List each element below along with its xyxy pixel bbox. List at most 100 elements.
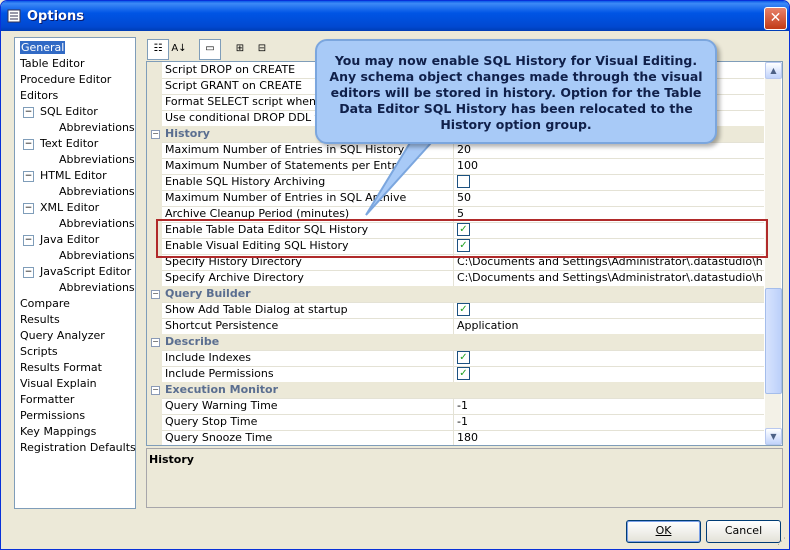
nav-item[interactable]: Procedure Editor xyxy=(20,72,111,88)
property-category[interactable]: − Describe xyxy=(147,334,764,351)
nav-item-label: Visual Explain xyxy=(20,377,97,390)
cancel-label: Cancel xyxy=(724,524,763,537)
nav-item[interactable]: Abbreviations xyxy=(59,216,135,232)
callout-pointer xyxy=(365,132,436,216)
property-checkbox[interactable]: ✓ xyxy=(457,302,762,318)
category-collapse-icon[interactable]: − xyxy=(151,130,160,139)
nav-item[interactable]: Formatter xyxy=(20,392,74,408)
property-row[interactable]: Include Indexes ✓ xyxy=(147,350,764,367)
property-row[interactable]: Show Add Table Dialog at startup ✓ xyxy=(147,302,764,319)
row-gutter xyxy=(147,414,162,430)
expand-all-icon[interactable]: ⊞ xyxy=(229,39,251,60)
nav-item[interactable]: Permissions xyxy=(20,408,85,424)
row-gutter xyxy=(147,398,162,414)
empty-checkbox-icon[interactable] xyxy=(457,174,470,188)
tree-collapse-icon[interactable]: − xyxy=(23,267,34,278)
nav-item-label: XML Editor xyxy=(40,201,100,214)
tree-collapse-icon[interactable]: − xyxy=(23,107,34,118)
tree-collapse-icon[interactable]: − xyxy=(23,171,34,182)
nav-item[interactable]: Query Analyzer xyxy=(20,328,105,344)
cancel-button[interactable]: Cancel xyxy=(706,520,781,543)
property-value[interactable]: 100 xyxy=(457,158,762,174)
resize-grip-icon[interactable]: ⋰ xyxy=(777,537,789,549)
nav-item[interactable]: Visual Explain xyxy=(20,376,97,392)
property-value[interactable]: Application xyxy=(457,318,762,334)
property-row[interactable]: Query Stop Time -1 xyxy=(147,414,764,431)
property-pages-icon[interactable]: ▭ xyxy=(199,39,221,60)
property-row[interactable]: Maximum Number of Statements per Entry 10… xyxy=(147,158,764,175)
tree-collapse-icon[interactable]: − xyxy=(23,203,34,214)
nav-item[interactable]: Registration Defaults xyxy=(20,440,136,456)
collapse-all-icon[interactable]: ⊟ xyxy=(251,39,273,60)
property-value[interactable]: -1 xyxy=(457,414,762,430)
options-category-tree[interactable]: General Table Editor Procedure Editor Edito… xyxy=(14,37,136,509)
row-gutter xyxy=(147,94,162,110)
nav-item[interactable]: Java Editor xyxy=(40,232,99,248)
nav-item[interactable]: Abbreviations xyxy=(59,280,135,296)
scroll-thumb[interactable] xyxy=(765,288,782,394)
tree-collapse-icon[interactable]: − xyxy=(23,235,34,246)
nav-item[interactable]: Abbreviations xyxy=(59,152,135,168)
property-checkbox[interactable]: ✓ xyxy=(457,366,762,382)
nav-item[interactable]: Abbreviations xyxy=(59,120,135,136)
nav-item-label: Text Editor xyxy=(40,137,99,150)
nav-item[interactable]: JavaScript Editor xyxy=(40,264,131,280)
nav-item[interactable]: HTML Editor xyxy=(40,168,107,184)
scroll-up-icon[interactable]: ▲ xyxy=(765,62,782,79)
property-row[interactable]: Query Snooze Time 180 xyxy=(147,430,764,445)
property-row[interactable]: Include Permissions ✓ xyxy=(147,366,764,383)
property-checkbox[interactable] xyxy=(457,174,762,190)
property-value[interactable]: C:\Documents and Settings\Administrator\… xyxy=(457,270,762,286)
nav-item[interactable]: Abbreviations xyxy=(59,184,135,200)
alphabetical-sort-icon[interactable]: A↓ xyxy=(168,39,190,60)
checkmark-icon[interactable]: ✓ xyxy=(457,302,470,316)
nav-item[interactable]: Text Editor xyxy=(40,136,98,152)
property-value[interactable]: -1 xyxy=(457,398,762,414)
nav-item[interactable]: Results xyxy=(20,312,60,328)
scroll-down-icon[interactable]: ▼ xyxy=(765,428,782,445)
property-checkbox[interactable]: ✓ xyxy=(457,350,762,366)
checkmark-icon[interactable]: ✓ xyxy=(457,366,470,380)
nav-item[interactable]: General xyxy=(18,40,67,56)
checkmark-icon[interactable]: ✓ xyxy=(457,350,470,364)
nav-item[interactable]: SQL Editor xyxy=(40,104,98,120)
property-row[interactable]: Maximum Number of Entries in SQL History… xyxy=(147,142,764,159)
ok-button[interactable]: OK xyxy=(626,520,701,543)
property-name: Query Warning Time xyxy=(165,398,454,414)
categorized-view-icon[interactable]: ☷ xyxy=(147,39,169,60)
nav-item[interactable]: XML Editor xyxy=(40,200,99,216)
nav-item-label: SQL Editor xyxy=(40,105,98,118)
callout-tooltip: You may now enable SQL History for Visua… xyxy=(315,39,717,144)
category-collapse-icon[interactable]: − xyxy=(151,290,160,299)
nav-item[interactable]: Abbreviations xyxy=(59,248,135,264)
close-button[interactable]: ✕ xyxy=(764,7,787,30)
property-category[interactable]: − Query Builder xyxy=(147,286,764,303)
property-row[interactable]: Shortcut Persistence Application xyxy=(147,318,764,335)
property-value[interactable]: 50 xyxy=(457,190,762,206)
property-name: Query Stop Time xyxy=(165,414,454,430)
title-bar[interactable]: Options ✕ xyxy=(1,1,789,31)
row-gutter xyxy=(147,190,162,206)
nav-item[interactable]: Table Editor xyxy=(20,56,85,72)
property-row[interactable]: Enable SQL History Archiving xyxy=(147,174,764,191)
category-collapse-icon[interactable]: − xyxy=(151,386,160,395)
property-value[interactable]: 20 xyxy=(457,142,762,158)
close-icon: ✕ xyxy=(769,10,782,26)
ok-label: OK xyxy=(655,524,672,537)
row-gutter xyxy=(147,174,162,190)
nav-item[interactable]: Key Mappings xyxy=(20,424,96,440)
property-category[interactable]: − Execution Monitor xyxy=(147,382,764,399)
nav-item[interactable]: Compare xyxy=(20,296,70,312)
property-row[interactable]: Specify Archive Directory C:\Documents an… xyxy=(147,270,764,287)
property-name: Describe xyxy=(165,335,220,348)
tree-collapse-icon[interactable]: − xyxy=(23,139,34,150)
property-row[interactable]: Maximum Number of Entries in SQL Archive… xyxy=(147,190,764,207)
nav-item[interactable]: Editors xyxy=(20,88,58,104)
property-row[interactable]: Query Warning Time -1 xyxy=(147,398,764,415)
nav-item[interactable]: Results Format xyxy=(20,360,102,376)
property-name: Specify Archive Directory xyxy=(165,270,454,286)
property-value[interactable]: 180 xyxy=(457,430,762,445)
options-window-icon xyxy=(7,9,21,23)
category-collapse-icon[interactable]: − xyxy=(151,338,160,347)
nav-item[interactable]: Scripts xyxy=(20,344,58,360)
